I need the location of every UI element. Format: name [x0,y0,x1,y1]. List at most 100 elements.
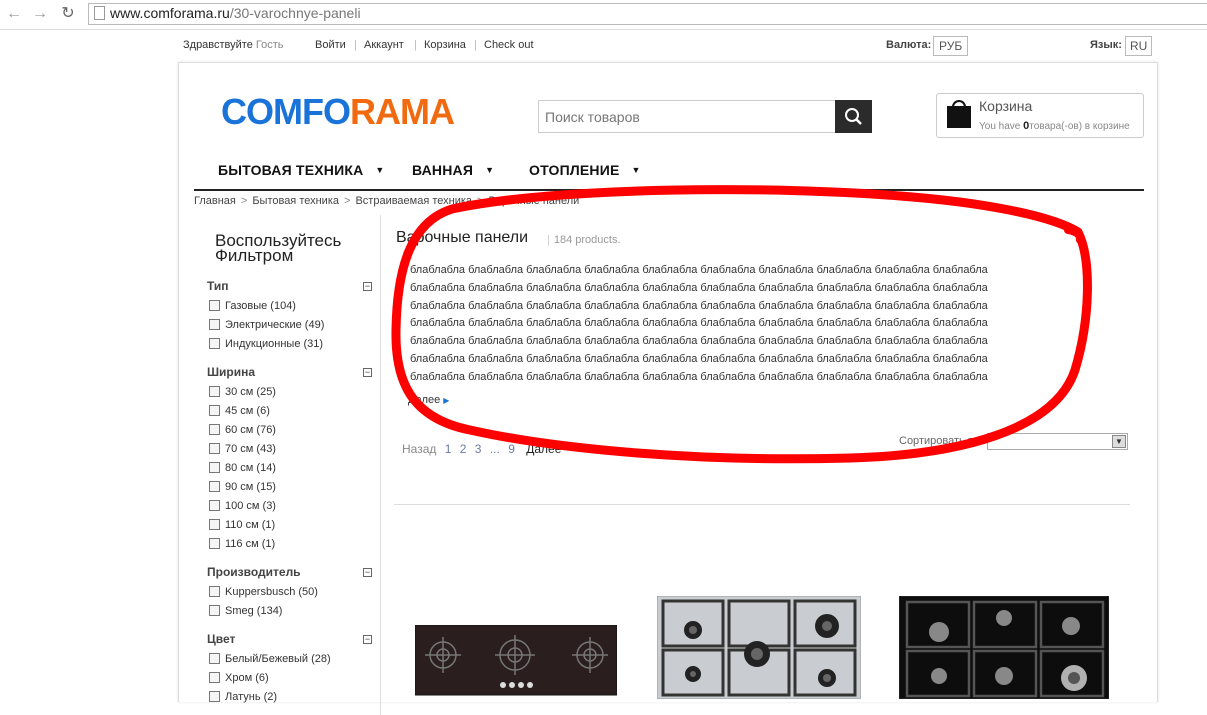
read-more-link[interactable]: Далее ▶ [408,394,449,406]
filter-option[interactable]: Индукционные (31) [209,338,323,350]
checkbox[interactable] [209,386,220,397]
filter-option-label: 110 см (1) [225,519,276,531]
pager-page[interactable]: 2 [460,442,467,456]
checkbox[interactable] [209,443,220,454]
pager-page[interactable]: 3 [475,442,482,456]
checkbox[interactable] [209,424,220,435]
separator: | [354,39,357,51]
filter-option-label: 60 см (76) [225,424,276,436]
pagination: Назад 1 2 3 ... 9 Далее [402,442,561,456]
filter-option-label: Хром (6) [225,672,269,684]
checkbox[interactable] [209,653,220,664]
filter-option[interactable]: 100 см (3) [209,500,276,512]
account-link[interactable]: Аккаунт [364,39,404,51]
cart-title: Корзина [979,98,1033,114]
checkbox[interactable] [209,338,220,349]
checkbox[interactable] [209,672,220,683]
filter-option[interactable]: 116 см (1) [209,538,275,550]
filter-group-manufacturer[interactable]: Производитель [207,565,301,579]
pager-page[interactable]: 9 [508,442,515,456]
read-more-label: Далее [408,394,441,406]
login-link[interactable]: Войти [315,39,346,51]
back-arrow-icon[interactable]: ← [4,4,24,24]
shopping-bag-icon [947,106,971,128]
filter-option[interactable]: Белый/Бежевый (28) [209,653,331,665]
search-button[interactable] [835,100,872,133]
cart-suffix: товара(-ов) в корзине [1029,121,1130,132]
checkbox[interactable] [209,586,220,597]
main-menu: БЫТОВАЯ ТЕХНИКА ▼ ВАННАЯ ▼ ОТОПЛЕНИЕ ▼ [194,158,1144,191]
filter-option[interactable]: Латунь (2) [209,691,277,703]
filter-option[interactable]: Электрические (49) [209,319,324,331]
filter-option[interactable]: 45 см (6) [209,405,270,417]
checkbox[interactable] [209,300,220,311]
description-line: блаблабла блаблабла блаблабла блаблабла … [410,264,988,276]
filter-option[interactable]: Хром (6) [209,672,269,684]
breadcrumb-home[interactable]: Главная [194,195,236,207]
collapse-icon[interactable]: − [363,368,372,377]
cart-link[interactable]: Корзина [424,39,466,51]
checkbox[interactable] [209,519,220,530]
checkout-link[interactable]: Check out [484,39,534,51]
language-select[interactable]: RU [1125,36,1153,56]
checkbox[interactable] [209,538,220,549]
checkbox[interactable] [209,605,220,616]
browser-toolbar: ← → ↻ www.comforama.ru/30-varochnye-pane… [0,0,1207,30]
product-image-hob-2[interactable] [657,596,861,699]
pager-page[interactable]: 1 [445,442,452,456]
site-logo[interactable]: COMFORAMA [221,91,455,133]
pager-next[interactable]: Далее [526,442,561,456]
search-field[interactable] [538,100,838,133]
filter-option-label: 90 см (15) [225,481,276,493]
cart-widget[interactable]: Корзина You have 0товара(-ов) в корзине [936,93,1144,138]
filter-option[interactable]: 90 см (15) [209,481,276,493]
checkbox[interactable] [209,481,220,492]
filter-option[interactable]: 80 см (14) [209,462,276,474]
filter-option[interactable]: 30 см (25) [209,386,276,398]
product-image-hob-1[interactable] [415,625,617,699]
currency-select[interactable]: РУБ [933,36,969,56]
product-count-text: 184 products. [553,234,621,246]
filter-option[interactable]: Газовые (104) [209,300,296,312]
top-strip: Здравствуйте Гость Войти | Аккаунт | Кор… [0,30,1207,62]
menu-item-heating[interactable]: ОТОПЛЕНИЕ ▼ [529,162,641,178]
url-text[interactable]: www.comforama.ru/30-varochnye-paneli [110,5,361,21]
breadcrumb-built-in[interactable]: Встраиваемая техника [355,195,472,207]
forward-arrow-icon[interactable]: → [30,4,50,24]
dropdown-arrow-icon: ▼ [375,165,385,175]
filter-option[interactable]: 110 см (1) [209,519,275,531]
checkbox[interactable] [209,462,220,473]
product-image-hob-3[interactable] [899,596,1109,699]
sort-select[interactable]: ▼ [987,433,1128,450]
cart-you-have: You have [979,121,1021,132]
filter-group-color[interactable]: Цвет [207,632,235,646]
filter-option[interactable]: 70 см (43) [209,443,276,455]
breadcrumb-separator: > [477,195,484,207]
filter-group-type[interactable]: Тип [207,279,229,293]
category-description: блаблабла блаблабла блаблабла блаблабла … [410,262,1090,387]
reload-icon[interactable]: ↻ [58,4,78,24]
description-line: блаблабла блаблабла блаблабла блаблабла … [410,317,988,330]
description-line: блаблабла блаблабла блаблабла блаблабла … [410,370,988,383]
greeting-label: Здравствуйте [183,39,253,51]
filter-group-width[interactable]: Ширина [207,365,255,379]
url-domain: www.comforama.ru [110,5,230,21]
filter-option[interactable]: 60 см (76) [209,424,276,436]
filter-option[interactable]: Kuppersbusch (50) [209,586,318,598]
checkbox[interactable] [209,691,220,702]
collapse-icon[interactable]: − [363,282,372,291]
filter-option[interactable]: Smeg (134) [209,605,282,617]
breadcrumb-appliances[interactable]: Бытовая техника [252,195,339,207]
divider [394,504,1130,505]
collapse-icon[interactable]: − [363,635,372,644]
checkbox[interactable] [209,500,220,511]
dropdown-arrow-icon[interactable]: ▼ [1112,435,1126,448]
checkbox[interactable] [209,405,220,416]
checkbox[interactable] [209,319,220,330]
menu-item-appliances[interactable]: БЫТОВАЯ ТЕХНИКА ▼ [218,162,385,178]
filter-option-label: 80 см (14) [225,462,276,474]
logo-part-blue: COMFO [221,91,351,132]
search-input[interactable] [539,101,829,132]
collapse-icon[interactable]: − [363,568,372,577]
menu-item-bathroom[interactable]: ВАННАЯ ▼ [412,162,494,178]
